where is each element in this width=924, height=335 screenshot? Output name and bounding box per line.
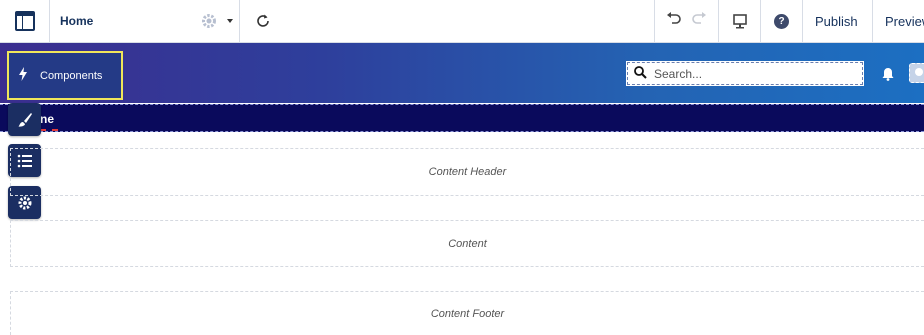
page-name: Home	[60, 14, 94, 28]
builder-toolbar: Home ? Publish Previe	[0, 0, 924, 43]
preview-button[interactable]: Preview	[872, 0, 924, 42]
search-input[interactable]: Search...	[626, 61, 864, 86]
layout-icon[interactable]	[0, 0, 50, 42]
gear-icon[interactable]	[200, 12, 218, 33]
nav-active-indicator	[40, 129, 58, 131]
components-button[interactable]: Components	[7, 51, 123, 100]
refresh-button[interactable]	[240, 0, 286, 42]
desktop-icon	[732, 14, 747, 29]
site-header-band: Components Search...	[0, 43, 924, 103]
avatar[interactable]	[909, 63, 924, 83]
redo-icon[interactable]	[691, 11, 707, 31]
help-button[interactable]: ?	[760, 0, 802, 42]
navigation-bar: ne	[0, 104, 924, 132]
nav-item-label[interactable]: ne	[40, 112, 54, 126]
region-label: Content	[448, 237, 487, 250]
lightning-icon	[18, 67, 28, 84]
search-placeholder: Search...	[654, 66, 703, 81]
theme-button[interactable]	[8, 103, 41, 136]
search-icon	[634, 65, 647, 82]
content-footer-region[interactable]: Content Footer	[10, 291, 924, 335]
content-region[interactable]: Content	[10, 220, 924, 267]
help-icon: ?	[774, 13, 789, 29]
content-header-region[interactable]: Content Header	[10, 148, 924, 196]
region-label: Content Header	[428, 166, 507, 178]
bell-icon[interactable]	[881, 67, 895, 86]
page-selector[interactable]: Home	[50, 0, 240, 42]
undo-redo-group	[654, 0, 718, 42]
chevron-down-icon[interactable]	[227, 19, 233, 23]
device-preview-button[interactable]	[718, 0, 760, 42]
refresh-icon	[257, 14, 269, 27]
publish-button[interactable]: Publish	[802, 0, 872, 42]
region-label: Content Footer	[430, 307, 505, 320]
gear-icon	[18, 196, 31, 209]
brush-icon	[18, 112, 32, 127]
undo-icon[interactable]	[666, 11, 682, 31]
components-label: Components	[40, 69, 103, 82]
